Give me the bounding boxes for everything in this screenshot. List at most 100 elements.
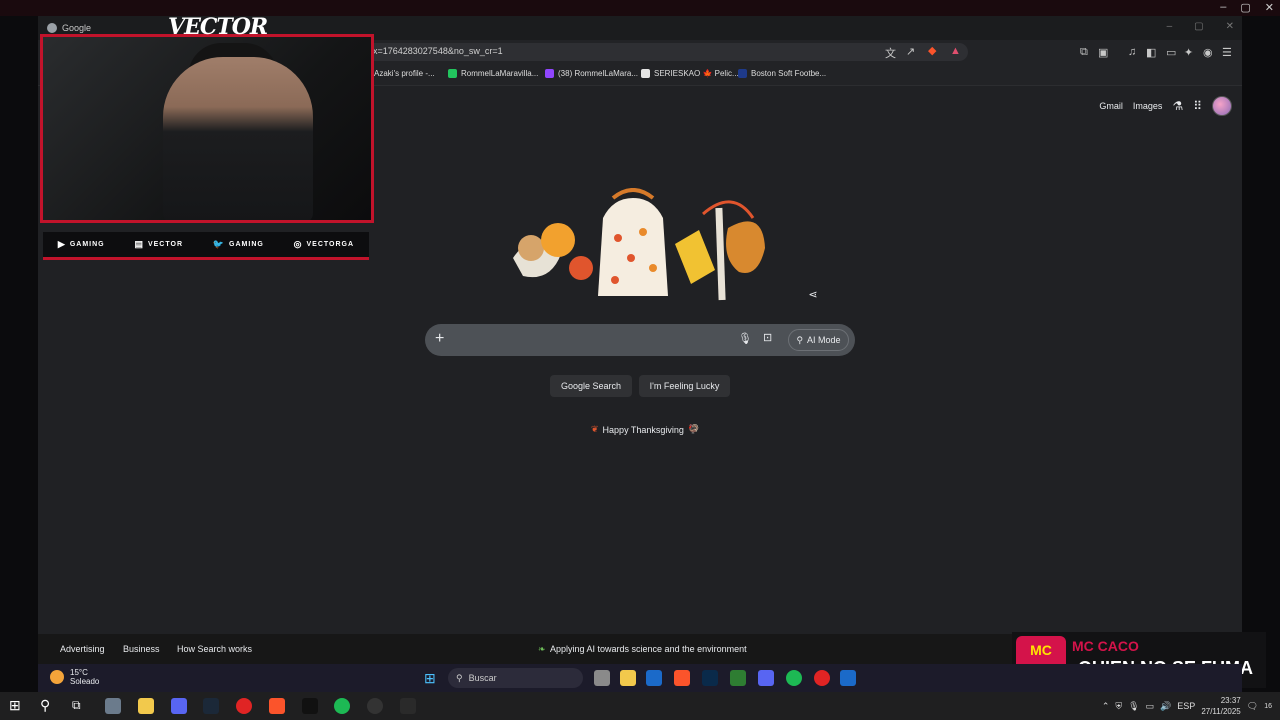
ai-mode-button[interactable]: ⚲ AI Mode	[788, 329, 849, 351]
task-view-icon[interactable]: ⧉	[72, 698, 81, 713]
ai-mode-label: AI Mode	[807, 335, 841, 345]
mic-icon[interactable]: 🎙	[738, 332, 752, 345]
steam-icon[interactable]	[203, 698, 219, 714]
maximize-button[interactable]: ▢	[1194, 21, 1203, 32]
plus-icon[interactable]: +	[435, 330, 444, 348]
opera-icon[interactable]	[814, 670, 830, 686]
weather-widget[interactable]: 15°C Soleado	[50, 668, 99, 686]
oven-mitt	[675, 230, 715, 284]
apron	[598, 198, 668, 296]
bookmark-item[interactable]: (38) RommelLaMara...	[545, 69, 638, 78]
pie	[726, 221, 765, 273]
images-link[interactable]: Images	[1133, 101, 1163, 111]
footer-business[interactable]: Business	[123, 644, 160, 654]
footer-advertising[interactable]: Advertising	[60, 644, 105, 654]
maximize-icon[interactable]: ▢	[1240, 1, 1250, 14]
address-bar[interactable]: x=1764283027548&no_sw_cr=1 文 ↗ ◆ ▲	[363, 43, 968, 61]
close-icon[interactable]: ✕	[1265, 1, 1274, 14]
task-view-icon[interactable]	[594, 670, 610, 686]
discord-icon[interactable]	[171, 698, 187, 714]
alert-user: MC CACO	[1072, 638, 1139, 654]
sidebar-icon[interactable]: ◧	[1146, 46, 1156, 59]
volume-icon[interactable]: 🔊	[1160, 701, 1171, 712]
youtube-icon: ▶	[57, 239, 66, 249]
steam-icon[interactable]	[646, 670, 662, 686]
twitter-icon: 🐦	[212, 239, 226, 249]
windows-start-icon[interactable]: ⊞	[9, 697, 21, 714]
site-icon	[738, 69, 747, 78]
tab-title[interactable]: Google	[62, 23, 91, 33]
apps-grid-icon[interactable]: ⠿	[1193, 99, 1202, 113]
search-icon[interactable]: ⚲	[40, 697, 50, 714]
menu-icon[interactable]: ☰	[1222, 46, 1232, 59]
file-explorer-icon[interactable]	[138, 698, 154, 714]
share-icon[interactable]: ↗	[906, 45, 915, 58]
file-explorer-icon[interactable]	[620, 670, 636, 686]
chevron-up-icon[interactable]: ⌃	[1102, 701, 1110, 712]
site-icon	[641, 69, 650, 78]
mic-icon[interactable]: 🎙	[1128, 701, 1139, 712]
url-text[interactable]: x=1764283027548&no_sw_cr=1	[373, 46, 503, 56]
bookmark-item[interactable]: RommelLaMaravilla...	[448, 69, 538, 78]
rolling-pin	[715, 207, 726, 301]
clock[interactable]: 23:37 27/11/2025	[1201, 695, 1240, 717]
obs-icon[interactable]	[367, 698, 383, 714]
google-top-nav: Gmail Images ⚗ ⠿	[1099, 96, 1232, 116]
brave-rewards-icon[interactable]: ▲	[950, 45, 961, 57]
clock-date: 27/11/2025	[1201, 707, 1241, 716]
vpn-icon[interactable]: ◉	[1203, 46, 1213, 59]
epic-games-icon[interactable]	[400, 698, 416, 714]
gmail-link[interactable]: Gmail	[1099, 101, 1123, 111]
download-icon[interactable]: ▣	[1098, 46, 1108, 59]
footer-how-search-works[interactable]: How Search works	[177, 644, 252, 654]
inner-search-box[interactable]: ⚲ Buscar	[448, 668, 583, 688]
security-icon[interactable]: ⛨	[1115, 701, 1122, 712]
wallet-icon[interactable]: ▭	[1166, 46, 1176, 59]
apron-strap	[611, 188, 655, 200]
photoshop-icon[interactable]	[702, 670, 718, 686]
doodle-share-icon[interactable]: ⋖	[802, 284, 824, 306]
thanksgiving-doodle[interactable]	[503, 188, 779, 308]
minimize-icon[interactable]: –	[1220, 1, 1226, 14]
brave-shield-icon[interactable]: ◆	[928, 44, 936, 57]
spotify-icon[interactable]	[786, 670, 802, 686]
translate-icon[interactable]: 文	[885, 45, 896, 61]
footer-ai-science[interactable]: Applying AI towards science and the envi…	[550, 644, 747, 654]
brave-icon[interactable]	[269, 698, 285, 714]
weather-condition: Soleado	[70, 677, 100, 686]
labs-flask-icon[interactable]: ⚗	[1172, 99, 1183, 113]
brave-icon[interactable]	[674, 670, 690, 686]
google-search-button[interactable]: Google Search	[550, 375, 632, 397]
close-button[interactable]: ✕	[1226, 21, 1234, 32]
steam-icon[interactable]	[840, 670, 856, 686]
search-box[interactable]: + 🎙 ⊡ ⚲ AI Mode	[425, 324, 855, 356]
music-icon[interactable]: ♫	[1128, 46, 1136, 58]
thanksgiving-message[interactable]: ❦ Happy Thanksgiving 🦃	[591, 424, 699, 435]
spotify-icon[interactable]	[334, 698, 350, 714]
leaf-icon: ❦	[591, 424, 599, 434]
windows-start-icon[interactable]: ⊞	[424, 670, 436, 687]
feeling-lucky-button[interactable]: I'm Feeling Lucky	[639, 375, 730, 397]
clock-time: 23:37	[1220, 696, 1241, 705]
opera-gx-icon[interactable]	[236, 698, 252, 714]
avatar[interactable]	[1212, 96, 1232, 116]
search-icon: ⚲	[456, 672, 463, 683]
app-icon[interactable]	[302, 698, 318, 714]
network-icon[interactable]: ▭	[1146, 701, 1155, 712]
notification-icon[interactable]: 🗨	[1247, 701, 1258, 712]
lens-icon[interactable]: ⊡	[763, 331, 772, 344]
bookmark-item[interactable]: SERIESKAO 🍁 Pelic...	[641, 69, 739, 78]
language-indicator[interactable]: ESP	[1177, 701, 1195, 711]
discord-icon[interactable]	[758, 670, 774, 686]
bookmark-item[interactable]: Azaki's profile -...	[374, 69, 435, 78]
social-item: ▶ GAMING	[57, 239, 105, 249]
app-icon[interactable]	[105, 698, 121, 714]
extensions-icon[interactable]: ⧉	[1080, 46, 1088, 59]
app-icon[interactable]	[730, 670, 746, 686]
latte-foam	[518, 235, 544, 261]
leo-ai-icon[interactable]: ✦	[1184, 46, 1193, 59]
notification-count: 16	[1264, 702, 1272, 710]
minimize-button[interactable]: –	[1167, 21, 1173, 32]
google-favicon-icon	[47, 23, 57, 33]
bookmark-item[interactable]: Boston Soft Footbe...	[738, 69, 826, 78]
